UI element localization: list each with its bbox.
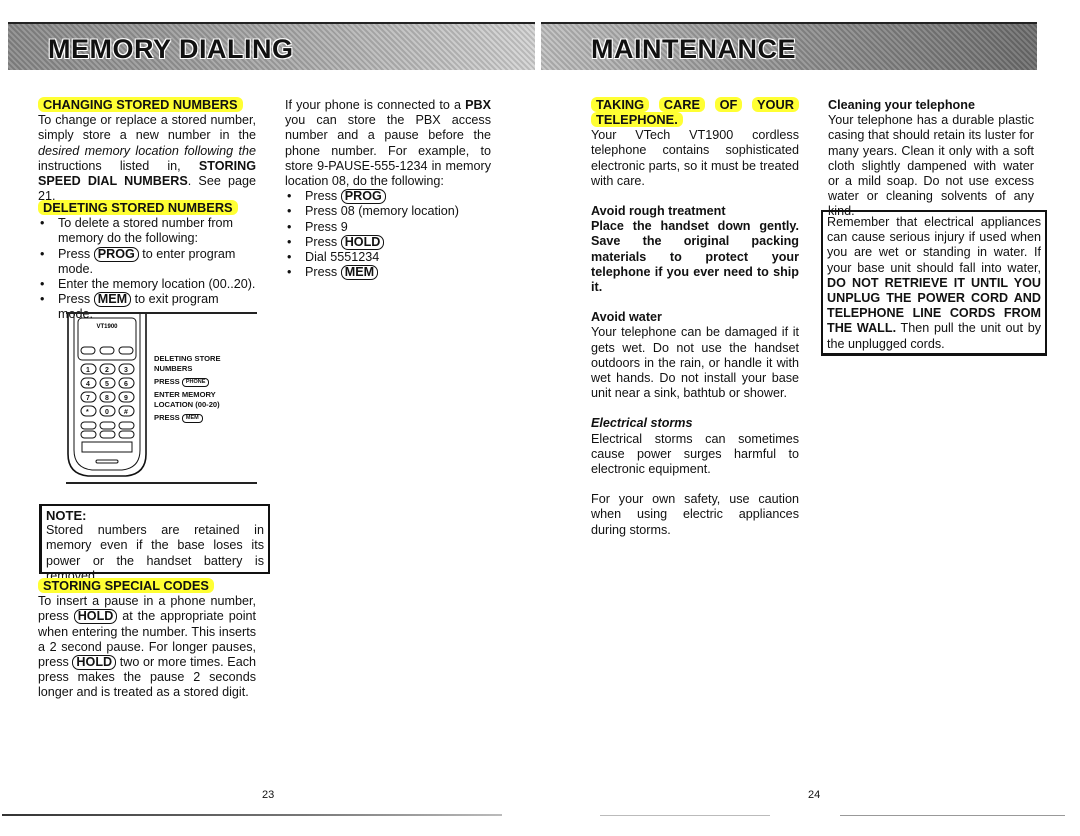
storms-text: Electrical storms can sometimes cause po… bbox=[591, 431, 799, 477]
mem-key: MEM bbox=[93, 292, 132, 308]
keypad-key-label: 1 bbox=[86, 367, 90, 374]
warning-box: Remember that electrical appliances can … bbox=[821, 210, 1047, 356]
keypad-key-label: 3 bbox=[124, 367, 128, 374]
section-banner-memory-dialing: MEMORY DIALING bbox=[8, 22, 535, 70]
keypad-key-label: 5 bbox=[105, 381, 109, 388]
note-box: NOTE: Stored numbers are retained in mem… bbox=[39, 504, 270, 583]
keypad-key-label: 6 bbox=[124, 381, 128, 388]
cleaning-section: Cleaning your telephone Your telephone h… bbox=[828, 98, 1034, 220]
function-key bbox=[99, 421, 116, 430]
figure-caption: DELETING STORE NUMBERS PRESS PHONE ENTER… bbox=[154, 354, 221, 423]
phone-key: PHONE bbox=[181, 377, 210, 387]
handset-icon: VT1900 1 2 3 4 5 6 7 8 9 * 0 # bbox=[67, 314, 147, 477]
rough-heading: Avoid rough treatment bbox=[591, 204, 726, 219]
prog-key: PROG bbox=[93, 246, 139, 262]
section-heading: STORING SPECIAL CODES bbox=[38, 578, 214, 593]
keypad-key-label: 4 bbox=[86, 381, 90, 388]
keypad-key-label: 2 bbox=[105, 367, 109, 374]
cleaning-text: Your telephone has a durable plastic cas… bbox=[828, 113, 1034, 219]
care-heading: TAKING CARE OF YOUR bbox=[591, 97, 799, 112]
keypad-key-label: 9 bbox=[124, 395, 128, 402]
footer-rule bbox=[2, 814, 502, 816]
list-item: Press PROG to enter program mode. bbox=[38, 246, 256, 277]
svg-text:VT1900: VT1900 bbox=[96, 324, 118, 330]
hold-key: HOLD bbox=[72, 655, 117, 671]
care-heading-line2: TELEPHONE. bbox=[591, 112, 683, 127]
changing-stored-numbers-section: CHANGING STORED NUMBERS To change or rep… bbox=[38, 97, 256, 204]
list-item: Press MEM bbox=[285, 265, 491, 281]
keypad-key-label: 7 bbox=[86, 395, 90, 402]
deleting-steps-list: To delete a stored number from memory do… bbox=[38, 216, 256, 322]
taking-care-section: TAKING CARE OF YOUR TELEPHONE. Your VTec… bbox=[591, 97, 799, 538]
page-number-left: 23 bbox=[262, 789, 275, 801]
prog-key: PROG bbox=[340, 189, 386, 205]
keypad-key-label: 0 bbox=[105, 409, 109, 416]
safety-text: For your own safety, use caution when us… bbox=[591, 492, 799, 537]
special-codes-paragraph: To insert a pause in a phone number, pre… bbox=[38, 594, 257, 700]
pbx-section: If your phone is connected to a PBX you … bbox=[285, 98, 491, 281]
handset-illustration: VT1900 1 2 3 4 5 6 7 8 9 * 0 # DELETING STORE NUMBE… bbox=[66, 312, 257, 484]
function-key bbox=[118, 430, 135, 439]
function-key bbox=[80, 430, 97, 439]
cleaning-heading: Cleaning your telephone bbox=[828, 98, 975, 112]
footer-rule bbox=[840, 815, 1065, 816]
water-text: Your telephone can be damaged if it gets… bbox=[591, 325, 799, 401]
storing-special-codes-section: STORING SPECIAL CODES To insert a pause … bbox=[38, 578, 256, 701]
pbx-steps-list: Press PROG Press 08 (memory location) Pr… bbox=[285, 189, 491, 281]
mem-key: MEM bbox=[340, 265, 379, 281]
note-text: Stored numbers are retained in memory ev… bbox=[46, 523, 264, 583]
keypad-key-label: 8 bbox=[105, 395, 109, 402]
keypad-key-label: # bbox=[124, 409, 128, 416]
mem-key: MEM bbox=[181, 413, 203, 423]
changing-paragraph: To change or replace a stored number, si… bbox=[38, 113, 256, 204]
rough-text: Place the handset down gently. Save the … bbox=[591, 219, 799, 295]
section-heading: CHANGING STORED NUMBERS bbox=[38, 97, 243, 112]
list-item: Dial 5551234 bbox=[285, 250, 491, 265]
pbx-paragraph: If your phone is connected to a PBX you … bbox=[285, 98, 491, 189]
list-item: To delete a stored number from memory do… bbox=[38, 216, 256, 246]
page-number-right: 24 bbox=[808, 789, 821, 801]
hold-key: HOLD bbox=[73, 609, 118, 625]
list-item: Enter the memory location (00..20). bbox=[38, 277, 256, 292]
storms-heading: Electrical storms bbox=[591, 416, 693, 431]
function-key bbox=[118, 421, 135, 430]
footer-rule bbox=[600, 815, 770, 816]
hold-key: HOLD bbox=[340, 234, 385, 250]
section-title: MEMORY DIALING bbox=[48, 34, 294, 64]
keypad-key-label: * bbox=[86, 409, 89, 416]
care-intro: Your VTech VT1900 cordless telephone con… bbox=[591, 128, 799, 188]
deleting-stored-numbers-section: DELETING STORED NUMBERS To delete a stor… bbox=[38, 200, 256, 323]
function-key bbox=[99, 430, 116, 439]
water-heading: Avoid water bbox=[591, 310, 662, 325]
function-key bbox=[80, 421, 97, 430]
list-item: Press 9 bbox=[285, 220, 491, 235]
section-heading: DELETING STORED NUMBERS bbox=[38, 200, 238, 215]
section-title: MAINTENANCE bbox=[591, 34, 796, 64]
section-banner-maintenance: MAINTENANCE bbox=[541, 22, 1037, 70]
list-item: Press HOLD bbox=[285, 234, 491, 250]
note-heading: NOTE: bbox=[46, 508, 87, 523]
list-item: Press PROG bbox=[285, 189, 491, 205]
list-item: Press 08 (memory location) bbox=[285, 204, 491, 219]
